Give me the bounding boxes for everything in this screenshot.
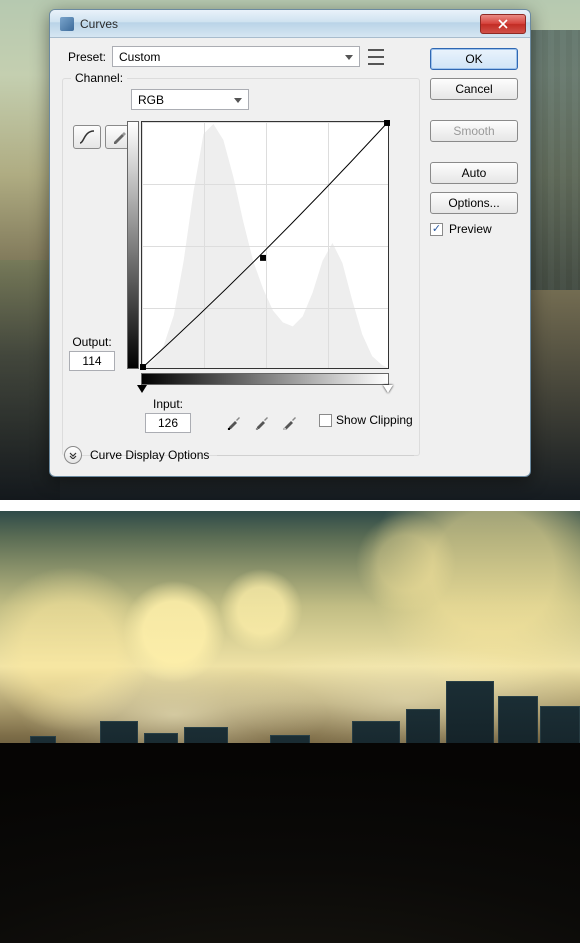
preview-checkbox[interactable] — [430, 223, 443, 236]
channel-group: Channel: RGB — [62, 78, 420, 456]
gray-eyedropper[interactable] — [251, 411, 273, 433]
window-title: Curves — [80, 17, 480, 31]
curve-display-options-toggle[interactable] — [64, 446, 82, 464]
output-value: 114 — [82, 354, 101, 368]
ok-button[interactable]: OK — [430, 48, 518, 70]
eyedropper-icon — [282, 414, 298, 430]
ok-label: OK — [465, 52, 482, 66]
smooth-button[interactable]: Smooth — [430, 120, 518, 142]
output-field[interactable]: 114 — [69, 351, 115, 371]
output-gradient-bar — [127, 121, 139, 369]
channel-combobox[interactable]: RGB — [131, 89, 249, 110]
input-field[interactable]: 126 — [145, 413, 191, 433]
black-point-slider[interactable] — [137, 385, 147, 393]
channel-label: Channel: — [71, 71, 127, 85]
eyedropper-icon — [226, 414, 242, 430]
divider — [217, 455, 414, 456]
result-image — [0, 511, 580, 943]
input-gradient-bar — [141, 373, 389, 385]
show-clipping-label: Show Clipping — [336, 413, 413, 427]
input-label: Input: — [145, 397, 191, 411]
smooth-label: Smooth — [453, 124, 494, 138]
bg-buildings-right — [530, 30, 580, 290]
cancel-button[interactable]: Cancel — [430, 78, 518, 100]
curve-tool-button[interactable] — [73, 125, 101, 149]
output-label: Output: — [69, 335, 115, 349]
preset-menu-icon[interactable] — [368, 49, 384, 65]
curve-display-options-label: Curve Display Options — [90, 448, 209, 462]
eyedropper-icon — [254, 414, 270, 430]
black-eyedropper[interactable] — [223, 411, 245, 433]
options-label: Options... — [448, 196, 499, 210]
channel-value: RGB — [138, 93, 164, 107]
pencil-icon — [111, 129, 127, 145]
preset-combobox[interactable]: Custom — [112, 46, 360, 67]
app-icon — [60, 17, 74, 31]
right-panel: OK Cancel Smooth Auto Options... — [430, 38, 530, 476]
white-eyedropper[interactable] — [279, 411, 301, 433]
auto-label: Auto — [462, 166, 487, 180]
preview-label: Preview — [449, 222, 492, 236]
close-button[interactable] — [480, 14, 526, 34]
background-top: Curves Preset: Custom — [0, 0, 580, 500]
curve-graph[interactable] — [141, 121, 389, 369]
white-point-slider[interactable] — [383, 385, 393, 393]
input-value: 126 — [158, 416, 178, 430]
show-clipping-checkbox[interactable] — [319, 414, 332, 427]
preset-label: Preset: — [68, 50, 106, 64]
cancel-label: Cancel — [455, 82, 492, 96]
options-button[interactable]: Options... — [430, 192, 518, 214]
left-panel: Preset: Custom Channel: RGB — [50, 38, 428, 476]
titlebar[interactable]: Curves — [50, 10, 530, 38]
close-icon — [497, 19, 509, 29]
curves-dialog: Curves Preset: Custom — [49, 9, 531, 477]
curve-tool-icon — [78, 129, 96, 145]
auto-button[interactable]: Auto — [430, 162, 518, 184]
foreground-hill — [0, 743, 580, 943]
dialog-body: Preset: Custom Channel: RGB — [50, 38, 530, 476]
preset-value: Custom — [119, 50, 160, 64]
chevron-down-icon — [69, 451, 77, 459]
curve-line — [142, 122, 388, 368]
